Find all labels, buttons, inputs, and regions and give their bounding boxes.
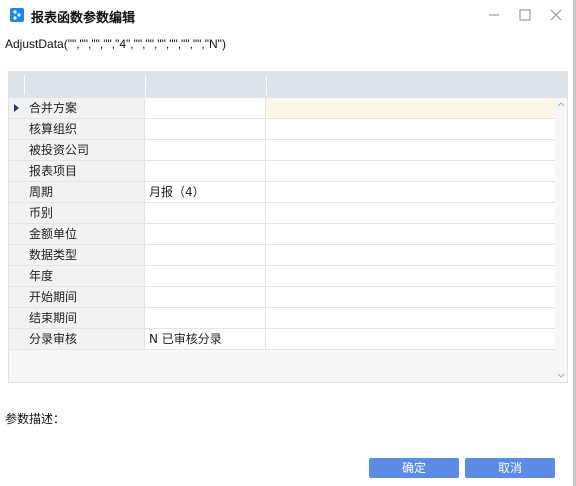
parameter-value-cell[interactable]: [145, 245, 266, 265]
table-row[interactable]: 金额单位: [9, 224, 555, 245]
row-indicator: [9, 329, 24, 349]
close-button[interactable]: [543, 5, 569, 25]
parameter-extra-cell[interactable]: [266, 98, 555, 118]
table-row[interactable]: 合并方案: [9, 98, 555, 119]
row-indicator: [9, 140, 24, 160]
parameter-extra-cell[interactable]: [266, 119, 555, 139]
row-indicator: [9, 161, 24, 181]
parameter-name-cell: 报表项目: [24, 161, 145, 181]
parameter-extra-cell[interactable]: [266, 203, 555, 223]
table-row[interactable]: 报表项目: [9, 161, 555, 182]
app-icon: [10, 8, 24, 22]
parameter-extra-cell[interactable]: [266, 287, 555, 307]
parameter-name-cell: 币别: [24, 203, 145, 223]
row-indicator: [9, 98, 24, 118]
grid-header: [9, 72, 567, 99]
vertical-scrollbar[interactable]: [555, 98, 567, 382]
row-indicator: [9, 287, 24, 307]
row-indicator: [9, 308, 24, 328]
row-indicator: [9, 266, 24, 286]
parameter-extra-cell[interactable]: [266, 224, 555, 244]
parameter-extra-cell[interactable]: [266, 182, 555, 202]
minimize-button[interactable]: [481, 5, 507, 25]
parameter-value-cell[interactable]: 月报（4）: [145, 182, 266, 202]
table-row[interactable]: 被投资公司: [9, 140, 555, 161]
row-indicator: [9, 182, 24, 202]
parameter-name-cell: 被投资公司: [24, 140, 145, 160]
parameter-name-cell: 合并方案: [24, 98, 145, 118]
table-row[interactable]: 周期 月报（4）: [9, 182, 555, 203]
parameter-value-cell[interactable]: [145, 287, 266, 307]
table-row[interactable]: 核算组织: [9, 119, 555, 140]
row-indicator: [9, 203, 24, 223]
parameter-name-cell: 分录审核: [24, 329, 145, 349]
table-row[interactable]: 分录审核 N 已审核分录: [9, 329, 555, 350]
parameter-name-cell: 数据类型: [24, 245, 145, 265]
parameter-value-cell[interactable]: [145, 119, 266, 139]
scroll-up-icon[interactable]: [557, 101, 565, 107]
ok-button[interactable]: 确定: [369, 458, 459, 478]
parameter-value-cell[interactable]: [145, 98, 266, 118]
minimize-icon: [489, 14, 499, 16]
parameter-value-cell[interactable]: [145, 266, 266, 286]
row-indicator: [9, 245, 24, 265]
parameter-name-cell: 年度: [24, 266, 145, 286]
parameter-name-cell: 核算组织: [24, 119, 145, 139]
table-row[interactable]: 结束期间: [9, 308, 555, 329]
parameter-value-cell[interactable]: [145, 224, 266, 244]
row-indicator: [9, 224, 24, 244]
table-row[interactable]: 开始期间: [9, 287, 555, 308]
parameter-extra-cell[interactable]: [266, 329, 555, 349]
window-title: 报表函数参数编辑: [31, 11, 136, 26]
current-row-arrow-icon: [14, 104, 19, 112]
parameter-value-cell[interactable]: [145, 161, 266, 181]
parameter-value-cell[interactable]: [145, 308, 266, 328]
table-row[interactable]: 数据类型: [9, 245, 555, 266]
maximize-button[interactable]: [512, 5, 538, 25]
grid-rows: 合并方案 核算组织 被投资公司 报表项目 周期 月报（4） 币别 金额单位 数据类型 年度 开始期间…: [9, 98, 555, 350]
formula-text: AdjustData("","","","","4","","","","","…: [5, 37, 226, 51]
parameter-extra-cell[interactable]: [266, 161, 555, 181]
title-bar: 报表函数参数编辑: [0, 0, 576, 30]
row-indicator: [9, 119, 24, 139]
parameter-extra-cell[interactable]: [266, 266, 555, 286]
parameter-value-cell[interactable]: N 已审核分录: [145, 329, 266, 349]
parameter-value-cell[interactable]: [145, 203, 266, 223]
parameter-extra-cell[interactable]: [266, 140, 555, 160]
parameter-name-cell: 结束期间: [24, 308, 145, 328]
scroll-down-icon[interactable]: [557, 373, 565, 379]
table-row[interactable]: 年度: [9, 266, 555, 287]
maximize-icon: [519, 9, 531, 21]
cancel-button[interactable]: 取消: [465, 458, 555, 478]
parameter-value-cell[interactable]: [145, 140, 266, 160]
parameter-extra-cell[interactable]: [266, 245, 555, 265]
parameter-name-cell: 开始期间: [24, 287, 145, 307]
close-icon: [550, 9, 562, 21]
parameter-grid[interactable]: 合并方案 核算组织 被投资公司 报表项目 周期 月报（4） 币别 金额单位 数据类型 年度 开始期间…: [8, 71, 568, 383]
table-row[interactable]: 币别: [9, 203, 555, 224]
description-label: 参数描述：: [5, 412, 66, 426]
parameter-name-cell: 周期: [24, 182, 145, 202]
parameter-extra-cell[interactable]: [266, 308, 555, 328]
parameter-name-cell: 金额单位: [24, 224, 145, 244]
